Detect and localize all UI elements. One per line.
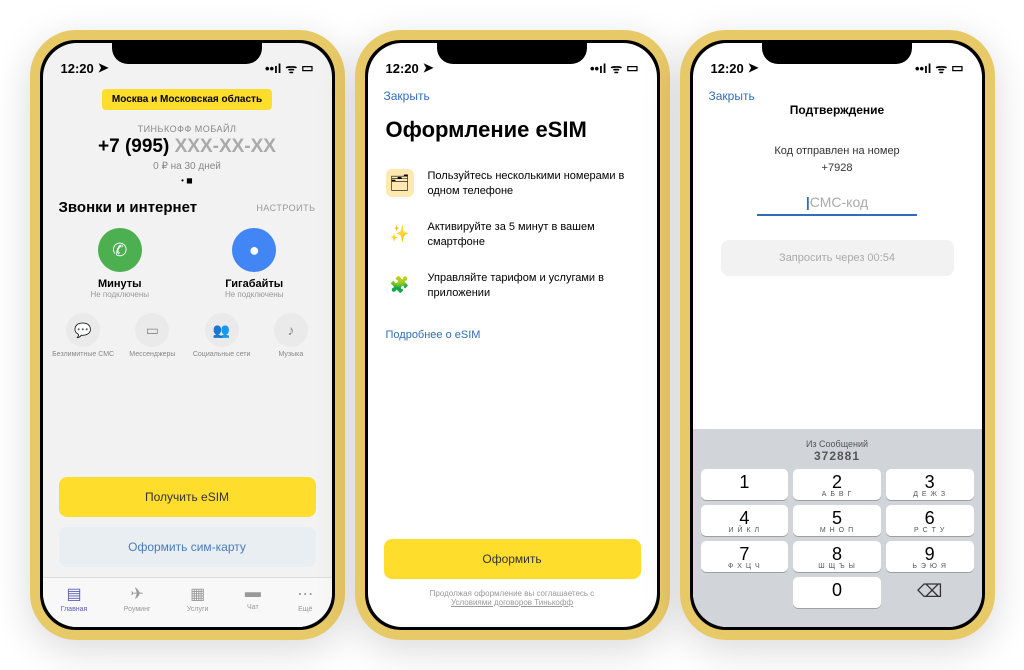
music-icon: ♪ xyxy=(274,313,308,347)
chat-icon: 💬 xyxy=(66,313,100,347)
plane-icon: ✈ xyxy=(124,584,151,604)
tab-home[interactable]: ▤Главная xyxy=(61,584,88,613)
key-9[interactable]: 9Ь Э Ю Я xyxy=(886,541,974,572)
globe-icon: ● xyxy=(232,228,276,272)
submit-button[interactable]: Оформить xyxy=(384,539,641,579)
phone-mockup-esim: 12:20 ➤ ••ıl ᯤ▭ Закрыть Оформление eSIM 🗂 … xyxy=(355,30,670,640)
key-6[interactable]: 6Р С Т У xyxy=(886,505,974,536)
key-3[interactable]: 3Д Е Ж З xyxy=(886,469,974,500)
location-icon: ➤ xyxy=(748,60,759,76)
time-label: 12:20 xyxy=(386,61,419,76)
backspace-icon: ⌫ xyxy=(917,581,942,601)
battery-icon: ▭ xyxy=(301,60,313,76)
phone-number[interactable]: +7 (995) XXX-XX-XX xyxy=(43,136,332,158)
signal-icon: ••ıl xyxy=(915,61,931,76)
gigabytes-tile[interactable]: ● Гигабайты Не подключены xyxy=(225,228,284,299)
price-label: 0 ₽ на 30 дней xyxy=(43,161,332,172)
key-8[interactable]: 8Ш Щ Ъ Ы xyxy=(793,541,881,572)
grid-icon: ▦ xyxy=(187,584,209,604)
phone-notch xyxy=(437,40,587,64)
location-icon: ➤ xyxy=(423,60,434,76)
brand-label: ТИНЬКОФФ МОБАЙЛ xyxy=(43,124,332,134)
key-4[interactable]: 4И Й К Л xyxy=(701,505,789,536)
option-messengers[interactable]: ▭Мессенджеры xyxy=(121,313,183,359)
resend-button: Запросить через 00:54 xyxy=(721,240,954,276)
region-selector[interactable]: Москва и Московская область xyxy=(102,89,272,110)
key-2[interactable]: 2А Б В Г xyxy=(793,469,881,500)
autofill-suggestion[interactable]: Из Сообщений 372881 xyxy=(697,435,978,469)
code-sent-label: Код отправлен на номер +7928 xyxy=(721,143,954,176)
feature-activate: ✨ Активируйте за 5 минут в вашем смартфо… xyxy=(368,210,657,261)
more-icon: ⋯ xyxy=(297,584,313,604)
option-music[interactable]: ♪Музыка xyxy=(260,313,322,359)
phone-notch xyxy=(762,40,912,64)
wand-icon: ✨ xyxy=(386,220,414,248)
key-7[interactable]: 7Ф Х Ц Ч xyxy=(701,541,789,572)
puzzle-icon: 🧩 xyxy=(386,271,414,299)
key-1[interactable]: 1 xyxy=(701,469,789,500)
section-title: Звонки и интернет xyxy=(59,199,198,216)
tab-more[interactable]: ⋯Ещё xyxy=(297,584,313,613)
signal-icon: ••ıl xyxy=(590,61,606,76)
phone-icon: ✆ xyxy=(98,228,142,272)
sim-cards-icon: 🗂 xyxy=(386,169,414,197)
tab-services[interactable]: ▦Услуги xyxy=(187,584,209,613)
get-esim-button[interactable]: Получить eSIM xyxy=(59,477,316,517)
wifi-icon: ᯤ xyxy=(610,59,622,77)
people-icon: 👥 xyxy=(205,313,239,347)
close-button[interactable]: Закрыть xyxy=(368,83,657,103)
message-icon: ▭ xyxy=(135,313,169,347)
tab-bar: ▤Главная ✈Роуминг ▦Услуги ▬Чат ⋯Ещё xyxy=(43,577,332,627)
key-5[interactable]: 5М Н О П xyxy=(793,505,881,536)
phone-mockup-confirm: 12:20➤ ••ılᯤ▭ Закрыть Подтверждение Код … xyxy=(680,30,995,640)
battery-icon: ▭ xyxy=(626,60,638,76)
minutes-tile[interactable]: ✆ Минуты Не подключены xyxy=(90,228,149,299)
phone-mockup-home: 12:20➤ ••ılᯤ▭ Москва и Московская област… xyxy=(30,30,345,640)
wifi-icon: ᯤ xyxy=(285,59,297,77)
feature-manage: 🧩 Управляйте тарифом и услугами в прилож… xyxy=(368,261,657,312)
wifi-icon: ᯤ xyxy=(935,59,947,77)
tab-roaming[interactable]: ✈Роуминг xyxy=(124,584,151,613)
configure-button[interactable]: НАСТРОИТЬ xyxy=(256,203,315,213)
phone-notch xyxy=(112,40,262,64)
option-social[interactable]: 👥Социальные сети xyxy=(191,313,253,359)
signal-icon: ••ıl xyxy=(265,61,281,76)
key-delete[interactable]: ⌫ xyxy=(886,577,974,608)
time-label: 12:20 xyxy=(61,61,94,76)
time-label: 12:20 xyxy=(711,61,744,76)
key-0[interactable]: 0 xyxy=(793,577,881,608)
home-icon: ▤ xyxy=(61,584,88,604)
order-sim-button[interactable]: Оформить сим-карту xyxy=(59,527,316,567)
agreement-link[interactable]: Условиями договоров Тинькофф xyxy=(451,598,573,607)
battery-icon: ▭ xyxy=(951,60,963,76)
chat-tab-icon: ▬ xyxy=(245,584,261,602)
close-button[interactable]: Закрыть xyxy=(693,83,982,103)
sms-code-input[interactable]: |СМС-код xyxy=(757,194,917,216)
location-icon: ➤ xyxy=(98,60,109,76)
page-title: Оформление eSIM xyxy=(368,103,657,159)
agreement-text: Продолжая оформление вы соглашаетесь с У… xyxy=(384,589,641,607)
carousel-dots[interactable]: • ◼ xyxy=(43,176,332,185)
numeric-keypad: Из Сообщений 372881 1 2А Б В Г 3Д Е Ж З … xyxy=(693,429,982,627)
key-blank xyxy=(701,577,789,608)
feature-multinumber: 🗂 Пользуйтесь несколькими номерами в одн… xyxy=(368,159,657,210)
learn-more-link[interactable]: Подробнее о eSIM xyxy=(368,311,657,359)
option-sms[interactable]: 💬Безлимитные СМС xyxy=(52,313,114,359)
tab-chat[interactable]: ▬Чат xyxy=(245,584,261,613)
